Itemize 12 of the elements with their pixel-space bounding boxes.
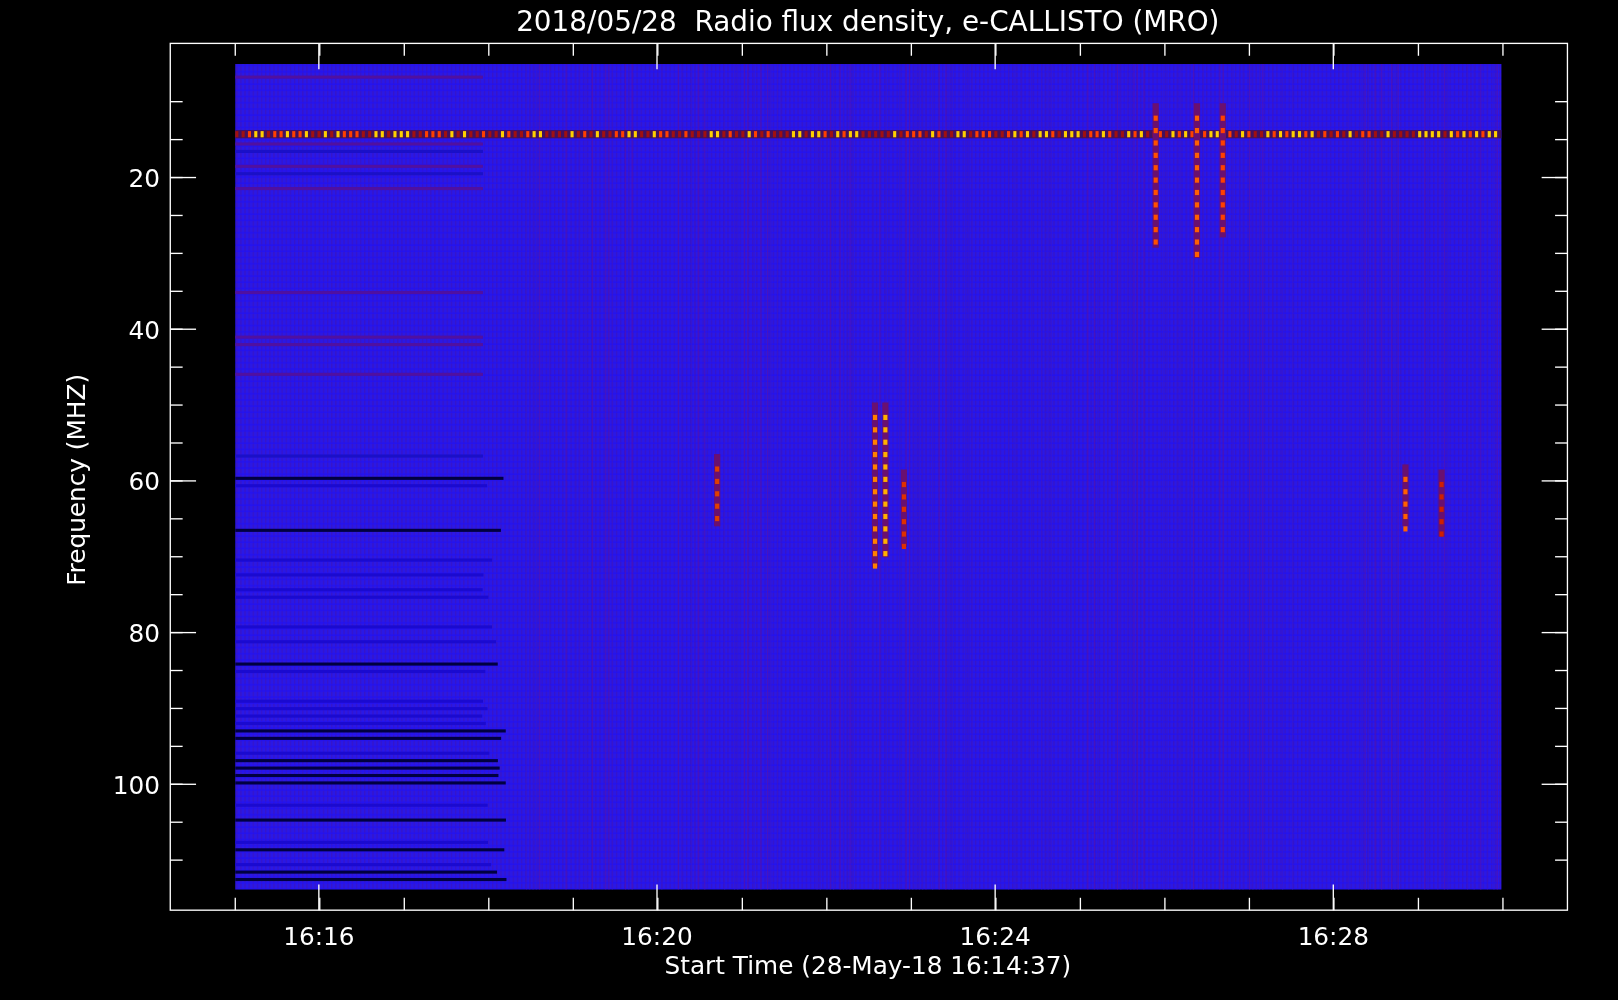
x-tick-label: 16:16 — [283, 922, 355, 952]
x-axis-label: Start Time (28-May-18 16:14:37) — [664, 951, 1072, 981]
y-tick-label: 100 — [112, 770, 160, 800]
x-tick-label: 16:28 — [1297, 922, 1369, 952]
y-tick-label: 60 — [128, 467, 160, 497]
y-tick-label: 40 — [128, 315, 160, 345]
y-tick-label: 20 — [128, 163, 160, 193]
y-axis-label: Frequency (MHZ) — [61, 373, 91, 586]
x-tick-label: 16:24 — [959, 922, 1031, 952]
chart-title: 2018/05/28 Radio flux density, e-CALLISTO (MRO) — [516, 5, 1220, 38]
x-tick-label: 16:20 — [621, 922, 693, 952]
y-tick-label: 80 — [128, 618, 160, 648]
